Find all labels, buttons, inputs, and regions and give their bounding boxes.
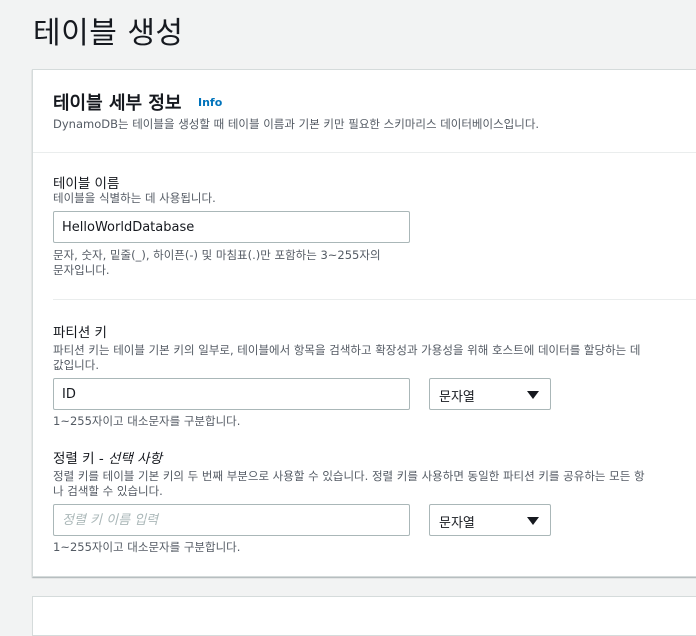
sort-key-label: 정렬 키 - 선택 사항 [53, 447, 162, 467]
section-divider [53, 299, 696, 300]
partition-key-type-select[interactable]: 문자열 [429, 378, 551, 410]
sort-key-description-line2: 나 검색할 수 있습니다. [53, 484, 163, 498]
table-details-panel: 테이블 세부 정보 Info DynamoDB는 테이블을 생성할 때 테이블 … [32, 69, 696, 577]
panel-header: 테이블 세부 정보 Info DynamoDB는 테이블을 생성할 때 테이블 … [33, 70, 696, 153]
partition-key-label: 파티션 키 [53, 325, 107, 341]
sort-key-input[interactable] [53, 504, 410, 536]
partition-key-input[interactable] [53, 378, 410, 410]
next-panel [32, 596, 696, 636]
sort-key-optional-label: 선택 사항 [108, 451, 162, 467]
panel-title: 테이블 세부 정보 [53, 93, 182, 114]
panel-description: DynamoDB는 테이블을 생성할 때 테이블 이름과 기본 키만 필요한 스… [53, 117, 540, 131]
partition-key-description-line2: 값입니다. [53, 358, 99, 372]
info-link[interactable]: Info [198, 96, 222, 109]
partition-key-description-line1: 파티션 키는 테이블 기본 키의 일부로, 테이블에서 항목을 검색하고 확장성… [53, 343, 641, 357]
sort-key-type-value: 문자열 [439, 516, 475, 531]
partition-key-description: 파티션 키는 테이블 기본 키의 일부로, 테이블에서 항목을 검색하고 확장성… [53, 343, 640, 373]
table-name-input[interactable] [53, 211, 410, 243]
sort-key-description-line1: 정렬 키를 테이블 기본 키의 두 번째 부분으로 사용할 수 있습니다. 정렬… [53, 469, 645, 483]
page-title: 테이블 생성 [33, 16, 184, 51]
table-name-hint-line1: 문자, 숫자, 밑줄(_), 하이픈(-) 및 마침표(.)만 포함하는 3~2… [53, 248, 381, 262]
sort-key-hint: 1~255자이고 대소문자를 구분합니다. [53, 540, 241, 554]
partition-key-hint: 1~255자이고 대소문자를 구분합니다. [53, 414, 241, 428]
table-name-hint: 문자, 숫자, 밑줄(_), 하이픈(-) 및 마침표(.)만 포함하는 3~2… [53, 248, 381, 278]
caret-down-icon [527, 391, 539, 399]
sort-key-type-select[interactable]: 문자열 [429, 504, 551, 536]
table-name-description: 테이블을 식별하는 데 사용됩니다. [53, 191, 216, 205]
table-name-label: 테이블 이름 [53, 176, 120, 192]
caret-down-icon [527, 517, 539, 525]
partition-key-type-value: 문자열 [439, 390, 475, 405]
table-name-hint-line2: 문자입니다. [53, 263, 110, 277]
sort-key-label-text: 정렬 키 - [53, 451, 109, 467]
sort-key-description: 정렬 키를 테이블 기본 키의 두 번째 부분으로 사용할 수 있습니다. 정렬… [53, 469, 645, 499]
